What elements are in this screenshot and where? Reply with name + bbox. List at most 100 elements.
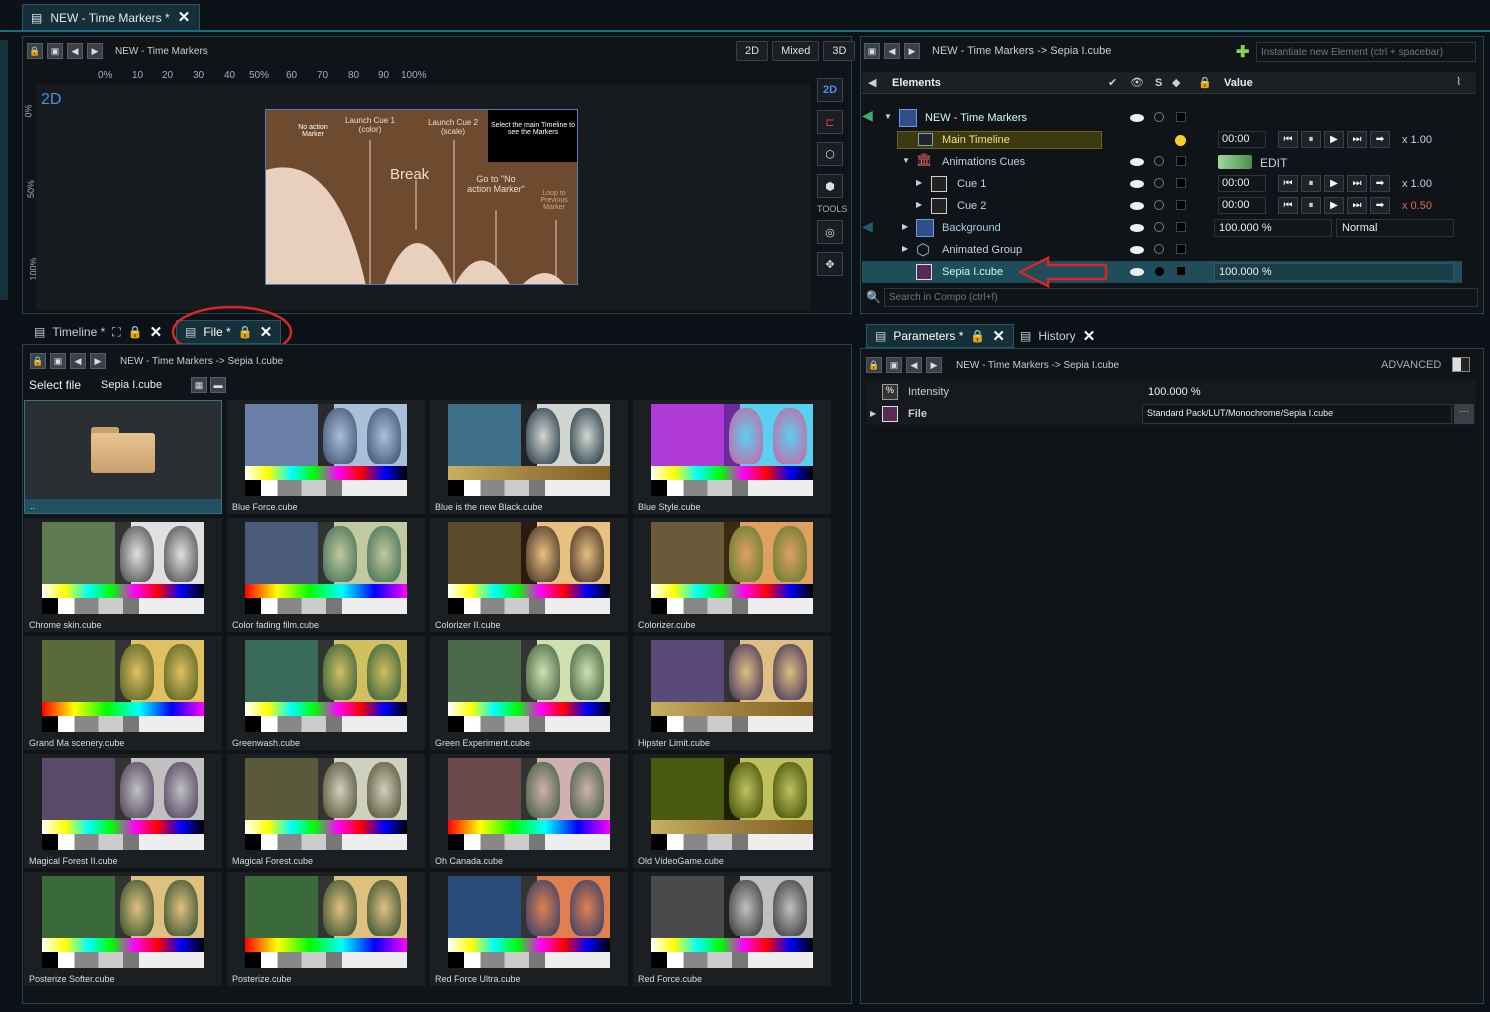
color-tag-icon[interactable]	[1176, 156, 1186, 166]
compass-icon[interactable]: ◎	[817, 220, 843, 244]
lock-icon[interactable]: 🔒	[970, 329, 985, 343]
rewind-icon[interactable]: ⏮	[1278, 175, 1298, 192]
element-name[interactable]: Animations Cues	[942, 156, 1025, 168]
file-tile[interactable]: Colorizer.cube	[633, 518, 831, 632]
file-tile[interactable]: Posterize.cube	[227, 872, 425, 986]
close-icon[interactable]: ✕	[178, 10, 191, 25]
file-tile[interactable]: Magical Forest II.cube	[24, 754, 222, 868]
mode-mixed-button[interactable]: Mixed	[772, 41, 820, 61]
back-icon[interactable]: ◀	[906, 357, 922, 373]
cube-icon[interactable]: ⬢	[817, 174, 843, 198]
element-name[interactable]: Cue 1	[957, 178, 986, 190]
rewind-icon[interactable]: ⏮	[1278, 197, 1298, 214]
lock-icon[interactable]: 🔒	[128, 325, 143, 339]
folder-up-tile[interactable]: ..	[24, 400, 222, 514]
mode-3d-button[interactable]: 3D	[823, 41, 856, 61]
loop-icon[interactable]: ➡	[1370, 197, 1390, 214]
scene-canvas[interactable]: No action Marker Launch Cue 1 (color) La…	[265, 109, 578, 285]
loop-icon[interactable]: ➡	[1370, 131, 1390, 148]
forward-icon[interactable]: ▶	[904, 43, 920, 59]
lock-icon[interactable]: 🔒	[27, 43, 43, 59]
solo-icon[interactable]	[1154, 112, 1164, 122]
fit-icon[interactable]: ⛶	[112, 325, 120, 340]
file-tile[interactable]: Color fading film.cube	[227, 518, 425, 632]
color-tag-icon[interactable]	[1176, 266, 1186, 276]
solo-icon[interactable]	[1154, 222, 1164, 232]
expand-icon[interactable]: ▶	[870, 409, 876, 418]
tab-parameters[interactable]: ▤ Parameters * 🔒 ✕	[866, 324, 1014, 348]
waveform-icon[interactable]: ⌇	[1456, 75, 1461, 88]
close-icon[interactable]: ✕	[1083, 329, 1096, 344]
lock-icon[interactable]: 🔒	[866, 357, 882, 373]
left-dock-strip[interactable]	[0, 40, 8, 300]
file-tile[interactable]: Chrome skin.cube	[24, 518, 222, 632]
time-field[interactable]: 00:00	[1218, 197, 1266, 214]
pause-icon[interactable]: ⏸	[1301, 131, 1321, 148]
advanced-toggle[interactable]	[1452, 357, 1470, 372]
tab-history[interactable]: ▤ History ✕	[1020, 324, 1095, 348]
tab-timeline[interactable]: ▤ Timeline * ⛶ 🔒 ✕	[34, 320, 162, 344]
visibility-icon[interactable]	[1130, 158, 1144, 166]
file-tile[interactable]: Hipster Limit.cube	[633, 636, 831, 750]
window-tab[interactable]: ▤ NEW - Time Markers * ✕	[22, 4, 200, 30]
loop-icon[interactable]: ➡	[1370, 175, 1390, 192]
move-icon[interactable]: ✥	[817, 252, 843, 276]
search-compo-input[interactable]	[884, 288, 1478, 307]
play-icon[interactable]: ▶	[1324, 131, 1344, 148]
expand-icon[interactable]: ▶	[916, 200, 922, 209]
file-tile[interactable]: Blue Force.cube	[227, 400, 425, 514]
pin-icon[interactable]: ▣	[886, 357, 902, 373]
file-tile[interactable]: Colorizer II.cube	[430, 518, 628, 632]
expand-icon[interactable]: ▼	[902, 156, 910, 165]
play-icon[interactable]: ▶	[1324, 197, 1344, 214]
pin-icon[interactable]: ▣	[47, 43, 63, 59]
expand-icon[interactable]: ▼	[884, 112, 892, 121]
pause-icon[interactable]: ⏸	[1301, 175, 1321, 192]
expand-icon[interactable]: ▶	[902, 222, 908, 231]
hexagon-icon[interactable]: ⬡	[817, 142, 843, 166]
next-icon[interactable]: ⏭	[1347, 131, 1367, 148]
file-tile[interactable]: Red Force Ultra.cube	[430, 872, 628, 986]
file-path-field[interactable]: Standard Pack/LUT/Monochrome/Sepia I.cub…	[1142, 404, 1452, 424]
file-tile[interactable]: Grand Ma scenery.cube	[24, 636, 222, 750]
color-tag-icon[interactable]	[1176, 112, 1186, 122]
file-tile[interactable]: Blue is the new Black.cube	[430, 400, 628, 514]
rewind-icon[interactable]: ⏮	[1278, 131, 1298, 148]
solo-icon[interactable]	[1154, 244, 1164, 254]
solo-icon[interactable]	[1155, 267, 1164, 276]
expand-icon[interactable]: ▶	[916, 178, 922, 187]
file-tile[interactable]: Old VideoGame.cube	[633, 754, 831, 868]
pin-icon[interactable]: ▣	[50, 353, 66, 369]
grid-view-icon[interactable]: ▦	[191, 377, 207, 393]
file-tile[interactable]: Oh Canada.cube	[430, 754, 628, 868]
magnet-icon[interactable]: ⊏	[817, 110, 843, 134]
back-icon[interactable]: ◀	[67, 43, 83, 59]
forward-icon[interactable]: ▶	[926, 357, 942, 373]
visibility-icon[interactable]	[1130, 268, 1144, 276]
collapse-icon[interactable]: ◀	[868, 76, 876, 89]
speed-value[interactable]: x 0.50	[1402, 200, 1432, 212]
element-name[interactable]: Animated Group	[942, 244, 1022, 256]
play-icon[interactable]: ▶	[1324, 175, 1344, 192]
visibility-icon[interactable]	[1130, 114, 1144, 122]
file-tile[interactable]: Posterize Softer.cube	[24, 872, 222, 986]
forward-icon[interactable]: ▶	[90, 353, 106, 369]
mode-2d-button[interactable]: 2D	[736, 41, 769, 61]
next-icon[interactable]: ⏭	[1347, 197, 1367, 214]
add-icon[interactable]: ✚	[1236, 42, 1249, 62]
speed-value[interactable]: x 1.00	[1402, 178, 1432, 190]
browse-button[interactable]: …	[1454, 404, 1474, 424]
close-icon[interactable]: ✕	[992, 329, 1005, 344]
visibility-icon[interactable]	[1130, 224, 1144, 232]
file-tile[interactable]: Magical Forest.cube	[227, 754, 425, 868]
back-icon[interactable]: ◀	[70, 353, 86, 369]
lock-icon[interactable]: 🔒	[30, 353, 46, 369]
instantiate-input[interactable]	[1256, 42, 1476, 62]
solo-icon[interactable]	[1154, 200, 1164, 210]
element-name[interactable]: Cue 2	[957, 200, 986, 212]
file-tile[interactable]: Red Force.cube	[633, 872, 831, 986]
next-icon[interactable]: ⏭	[1347, 175, 1367, 192]
opacity-field[interactable]: 100.000 %	[1214, 219, 1332, 237]
visibility-icon[interactable]	[1130, 180, 1144, 188]
visibility-icon[interactable]	[1130, 202, 1144, 210]
